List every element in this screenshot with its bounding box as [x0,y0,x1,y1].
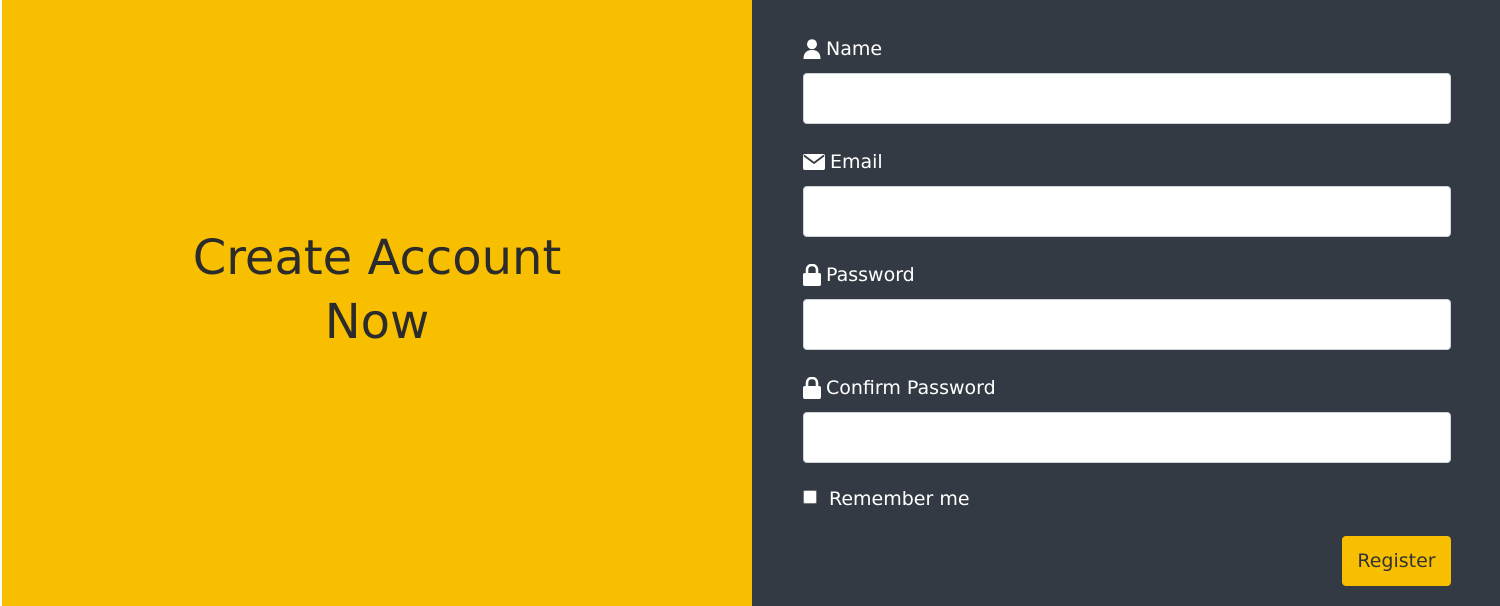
name-input[interactable] [803,73,1451,124]
name-label-text: Name [826,38,883,60]
email-input[interactable] [803,186,1451,237]
hero-panel: Create Account Now [0,0,752,606]
envelope-icon [803,154,825,170]
password-input[interactable] [803,299,1451,350]
email-label-text: Email [830,151,883,173]
registration-form-panel: Name Email Password Confirm Password Rem… [752,0,1500,606]
lock-icon [803,377,821,399]
name-label: Name [803,37,882,61]
registration-page: Create Account Now Name Email Password C… [0,0,1500,606]
confirm-password-label-text: Confirm Password [826,377,996,399]
remember-me-checkbox[interactable] [803,490,817,504]
confirm-password-input[interactable] [803,412,1451,463]
register-button[interactable]: Register [1342,536,1451,586]
remember-me-label: Remember me [829,488,970,510]
hero-title: Create Account Now [192,230,562,350]
password-label: Password [803,263,915,287]
lock-icon [803,264,821,286]
password-label-text: Password [826,264,915,286]
confirm-password-label: Confirm Password [803,376,996,400]
email-label: Email [803,150,883,174]
remember-me-row: Remember me [803,488,970,510]
user-icon [803,39,821,59]
